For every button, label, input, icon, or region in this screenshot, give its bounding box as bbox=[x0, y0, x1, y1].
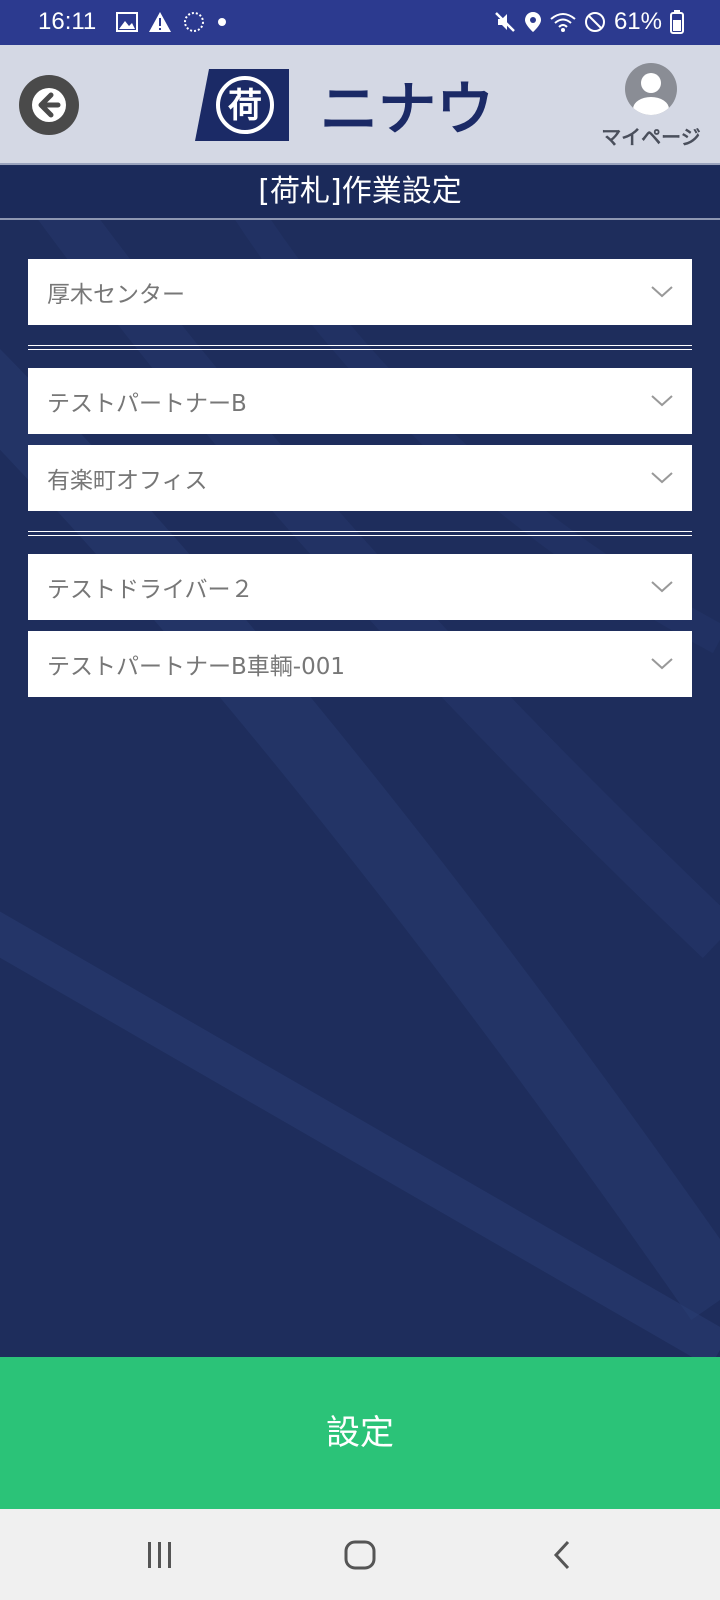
partner-select-value: テストパートナーB bbox=[47, 391, 247, 417]
home-icon bbox=[344, 1540, 376, 1570]
chevron-down-icon bbox=[632, 285, 692, 299]
home-button[interactable] bbox=[340, 1537, 380, 1573]
vehicle-select-value: テストパートナーB車輌-001 bbox=[47, 654, 345, 680]
status-bar: 16:11 61% bbox=[0, 0, 720, 45]
section-divider bbox=[28, 531, 692, 536]
system-back-button[interactable] bbox=[542, 1537, 582, 1573]
system-nav-bar bbox=[0, 1509, 720, 1600]
chevron-down-icon bbox=[632, 471, 692, 485]
section-divider bbox=[28, 345, 692, 350]
battery-icon bbox=[670, 10, 684, 34]
driver-select[interactable]: テストドライバー２ bbox=[28, 554, 692, 620]
recent-apps-icon bbox=[148, 1542, 171, 1568]
submit-button[interactable]: 設定 bbox=[0, 1357, 720, 1509]
vehicle-select[interactable]: テストパートナーB車輌-001 bbox=[28, 631, 692, 697]
sync-icon bbox=[184, 12, 204, 32]
mute-icon bbox=[495, 12, 515, 32]
arrow-left-icon bbox=[32, 88, 66, 122]
mypage-label: マイページ bbox=[601, 125, 701, 149]
partner-select[interactable]: テストパートナーB bbox=[28, 368, 692, 434]
warning-icon bbox=[149, 12, 171, 32]
page-title: [荷札]作業設定 bbox=[0, 166, 720, 220]
office-select-value: 有楽町オフィス bbox=[47, 468, 208, 494]
battery-percent: 61% bbox=[613, 8, 662, 35]
driver-select-value: テストドライバー２ bbox=[47, 577, 254, 603]
chevron-down-icon bbox=[632, 394, 692, 408]
dot-icon bbox=[218, 18, 226, 26]
logo-text: ニナウ bbox=[320, 75, 494, 143]
chevron-down-icon bbox=[632, 580, 692, 594]
location-icon bbox=[524, 12, 541, 32]
office-select[interactable]: 有楽町オフィス bbox=[28, 445, 692, 511]
center-select-value: 厚木センター bbox=[47, 282, 185, 308]
wifi-icon bbox=[550, 13, 576, 32]
avatar-icon bbox=[625, 63, 677, 115]
center-select[interactable]: 厚木センター bbox=[28, 259, 692, 325]
mypage-button[interactable]: マイページ bbox=[596, 63, 706, 150]
app-header: 荷 ニナウ マイページ bbox=[0, 45, 720, 165]
image-icon bbox=[116, 12, 138, 32]
dnd-icon bbox=[584, 12, 605, 32]
back-button[interactable] bbox=[19, 75, 79, 135]
back-chevron-icon bbox=[553, 1540, 570, 1570]
recent-apps-button[interactable] bbox=[140, 1537, 180, 1573]
logo-mark: 荷 bbox=[228, 86, 262, 126]
status-time: 16:11 bbox=[38, 8, 97, 35]
chevron-down-icon bbox=[632, 657, 692, 671]
app-logo: 荷 ニナウ bbox=[195, 67, 525, 145]
